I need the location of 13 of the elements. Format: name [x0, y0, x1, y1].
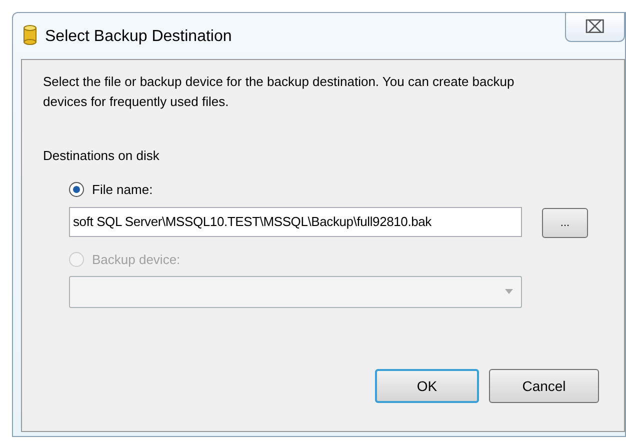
radio-button[interactable] — [69, 182, 84, 197]
group-label: Destinations on disk — [43, 147, 160, 165]
dropdown-arrow-icon — [505, 289, 513, 294]
close-button[interactable]: ⌧ — [565, 12, 625, 42]
window-title: Select Backup Destination — [45, 27, 232, 47]
browse-button[interactable]: ... — [542, 208, 588, 238]
radio-label: File name: — [92, 180, 153, 198]
database-icon — [24, 25, 36, 45]
dialog-button[interactable]: Cancel — [489, 369, 599, 403]
radio-label: Backup device: — [92, 251, 180, 269]
file-path-field[interactable]: soft SQL Server\MSSQL10.TEST\MSSQL\Backup\full92810.bak — [69, 206, 522, 236]
dialog-button[interactable]: OK — [375, 369, 479, 403]
description-text: Select the file or backup device for the backup destination. You can create backup devices for frequently used files. — [43, 73, 516, 111]
